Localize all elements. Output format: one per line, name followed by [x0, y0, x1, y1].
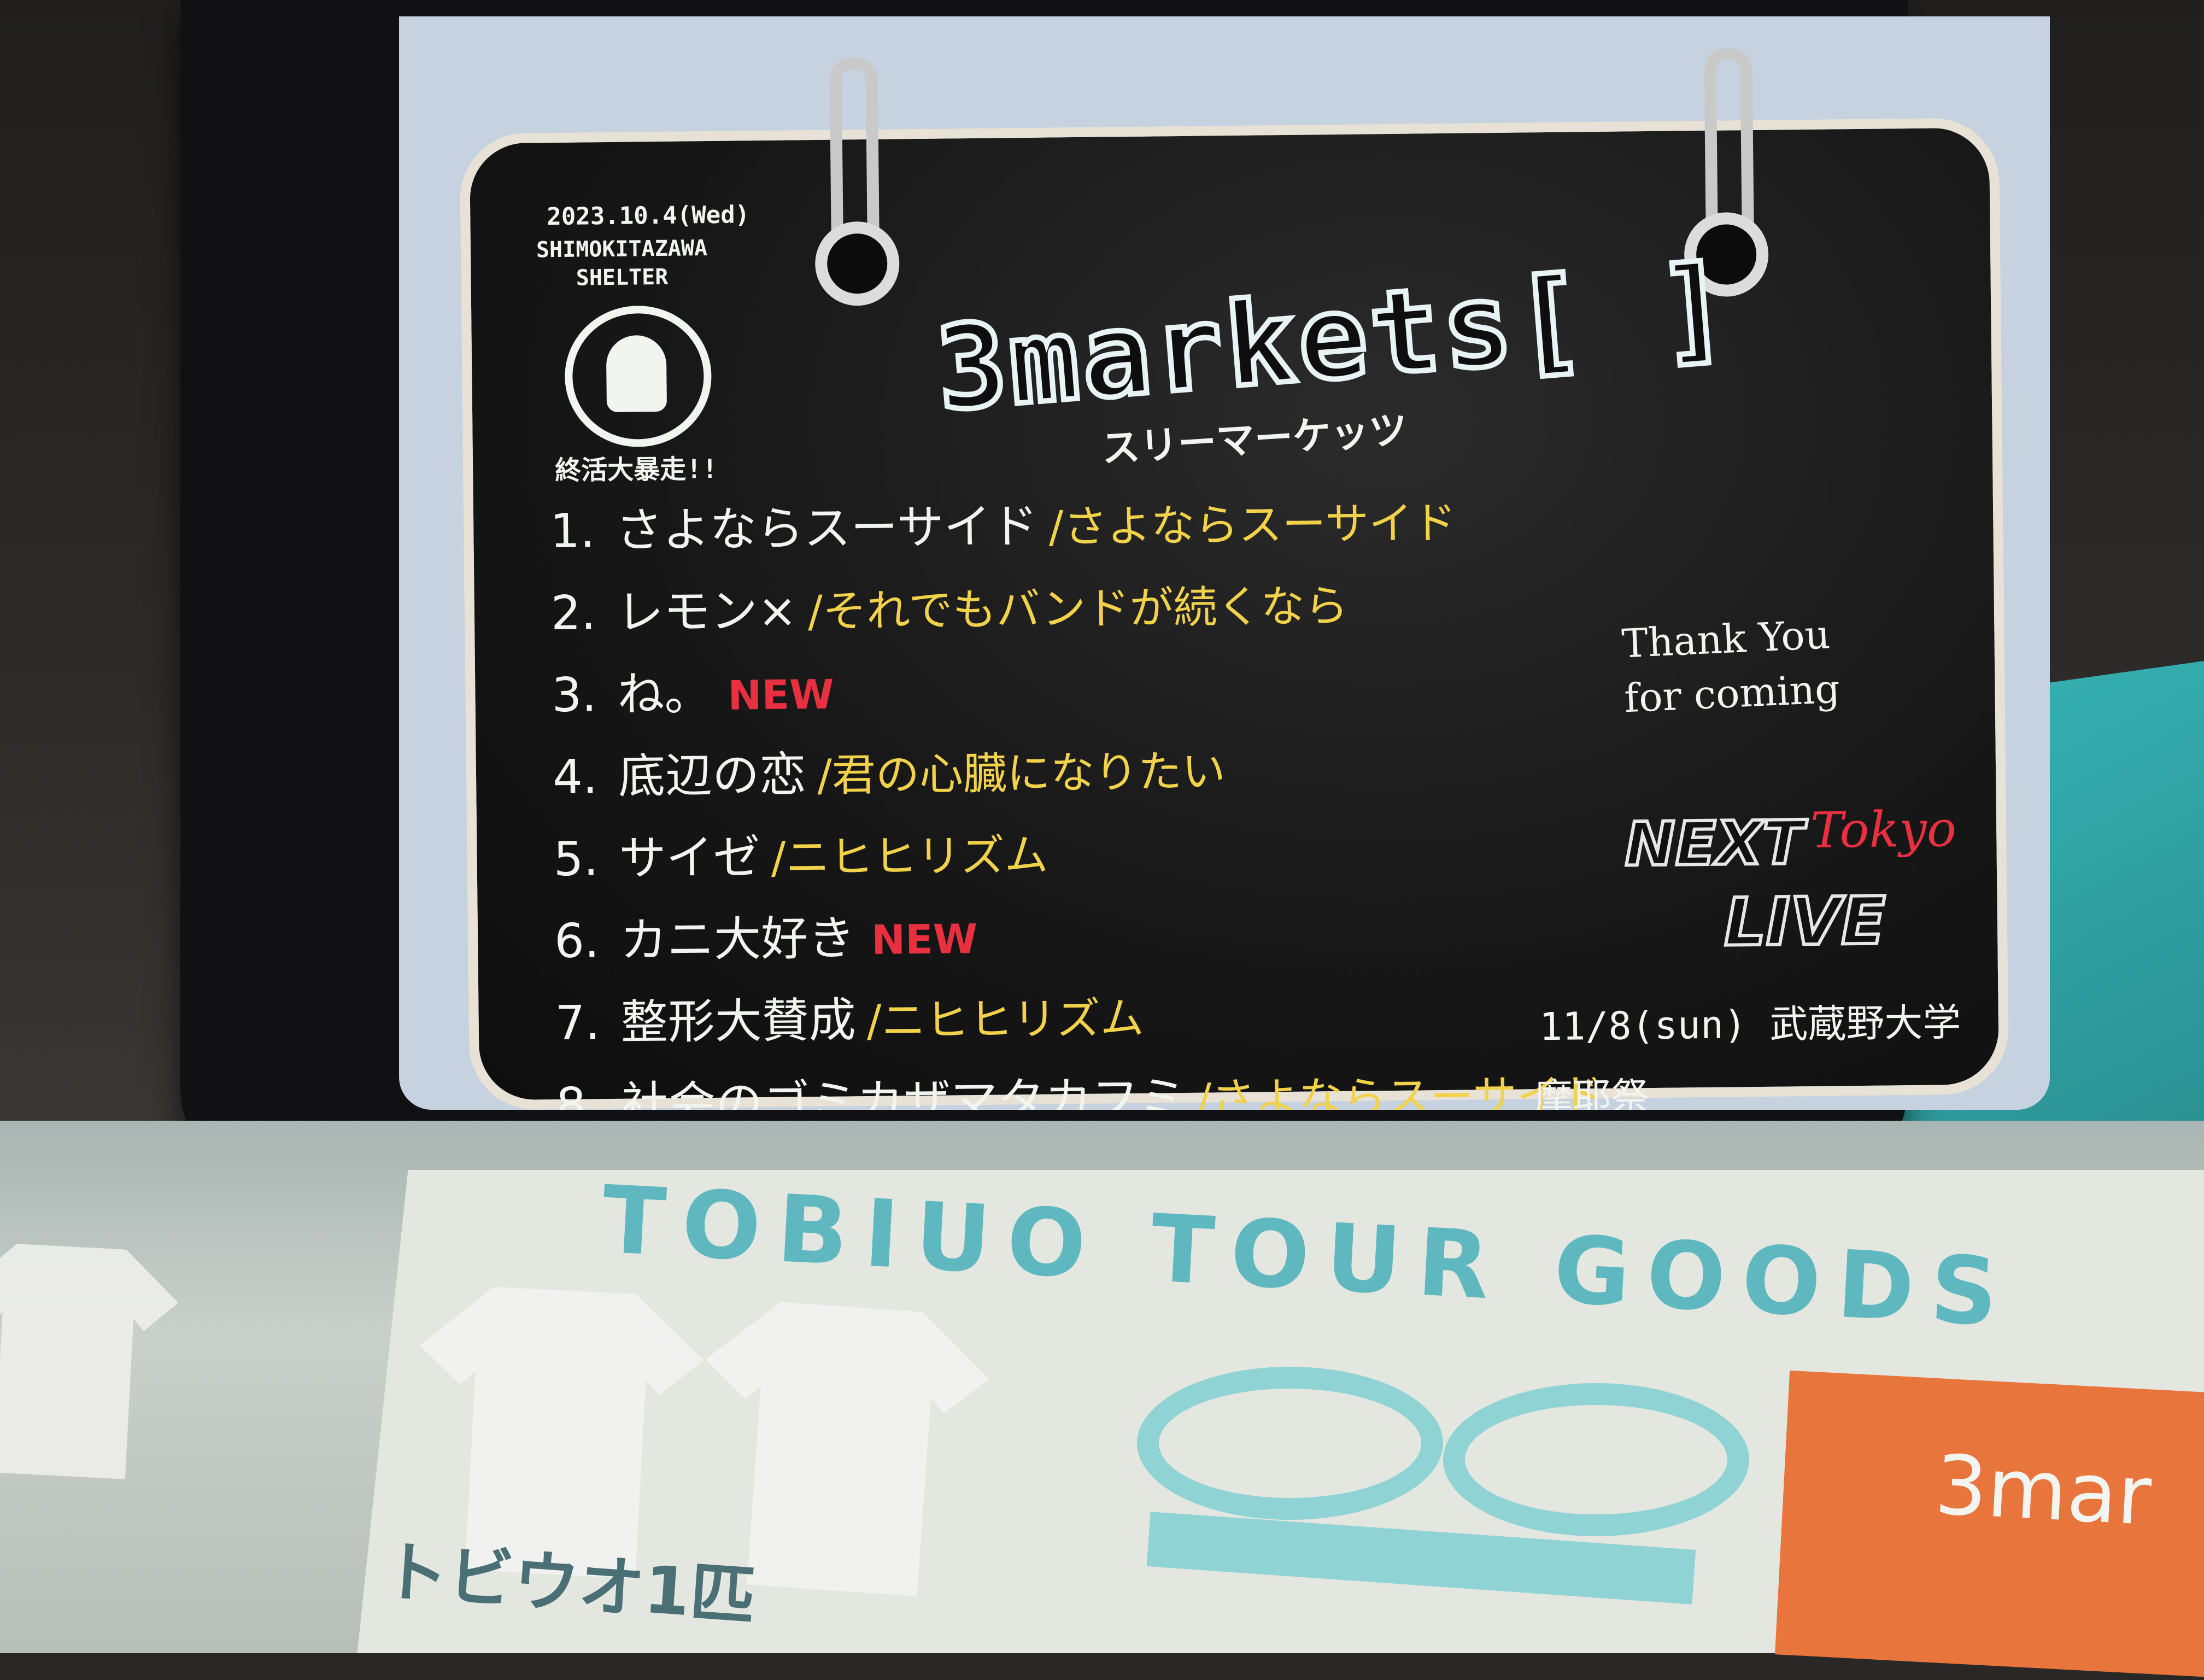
next-live-label: LIVE — [1722, 882, 1888, 963]
track-title: ね。 — [617, 666, 712, 722]
track-album: /それでもバンドが続くなら — [807, 580, 1349, 637]
next-live-festival: 摩耶祭 — [1534, 1074, 1650, 1110]
next-live-heading: NEXT — [1623, 806, 1806, 881]
track-album: /さよならスーサイド — [1048, 497, 1457, 553]
track-title: さよならスーサイド — [615, 499, 1039, 558]
track-album: /ニヒヒリズム — [771, 829, 1049, 883]
next-live-city: Tokyo — [1810, 800, 1957, 859]
track-number: 4. — [552, 750, 598, 805]
venue-name: SHIMOKITAZAWA SHELTER — [536, 234, 708, 292]
wristband-left — [1137, 1367, 1443, 1520]
track-title: レモン× — [616, 583, 798, 640]
chalkboard: 2023.10.4(Wed) SHIMOKITAZAWA SHELTER 終活大… — [459, 48, 2009, 1110]
new-badge: NEW — [728, 671, 835, 719]
track-number: 5. — [553, 832, 599, 887]
setlist-item: 2. レモン× /それでもバンドが続くなら — [550, 564, 1599, 657]
mascot-logo — [564, 305, 712, 448]
venue-line-1: SHIMOKITAZAWA — [536, 236, 708, 263]
track-title: 底辺の恋 — [618, 747, 807, 804]
setlist-item: 7. 整形大賛成 /ニヒヒリズム — [555, 974, 1604, 1067]
track-album: /君の心臓になりたい — [817, 746, 1226, 801]
setlist-item: 6. カニ大好き NEW — [554, 892, 1603, 985]
mascot-figure-icon — [606, 335, 667, 413]
track-number: 6. — [554, 914, 600, 969]
setlist-item: 3. ね。 NEW — [552, 646, 1601, 739]
track-album: /ニヒヒリズム — [866, 992, 1145, 1047]
tablet-screen: 2023.10.4(Wed) SHIMOKITAZAWA SHELTER 終活大… — [399, 16, 2050, 1110]
venue-line-2: SHELTER — [576, 264, 669, 291]
show-date: 2023.10.4(Wed) — [547, 201, 750, 231]
new-badge: NEW — [871, 915, 978, 964]
setlist-item: 1. さよならスーサイド /さよならスーサイド — [550, 482, 1599, 575]
track-number: 2. — [550, 586, 596, 641]
thank-you-line-1: Thank You — [1621, 611, 1831, 667]
tour-tagline: 終活大暴走!! — [554, 453, 718, 486]
track-number: 3. — [551, 668, 597, 723]
track-number: 8. — [555, 1078, 601, 1110]
thank-you-message: Thank You for coming — [1621, 607, 1841, 726]
track-number: 7. — [555, 996, 601, 1051]
track-title: 整形大賛成 — [620, 993, 857, 1050]
wristband-right — [1443, 1383, 1749, 1536]
thank-you-line-2: for coming — [1623, 665, 1841, 722]
track-title: サイゼ — [619, 830, 761, 886]
track-number: 1. — [549, 504, 595, 559]
setlist-item: 5. サイゼ /ニヒヒリズム — [553, 810, 1602, 903]
track-title: 社会のゴミカザマタカフミ — [621, 1071, 1186, 1110]
grommet-left — [814, 221, 900, 306]
sticker-card-text: 3mar — [1932, 1437, 2154, 1544]
setlist-item: 4. 底辺の恋 /君の心臓になりたい — [552, 728, 1601, 821]
tablet: 2023.10.4(Wed) SHIMOKITAZAWA SHELTER 終活大… — [180, 0, 2050, 1186]
track-title: カニ大好き — [619, 911, 855, 968]
setlist: 1. さよならスーサイド /さよならスーサイド 2. レモン× /それでもバンド… — [550, 482, 1605, 1110]
next-live-event: 11/8(sun) 武蔵野大学 — [1539, 1000, 1961, 1050]
